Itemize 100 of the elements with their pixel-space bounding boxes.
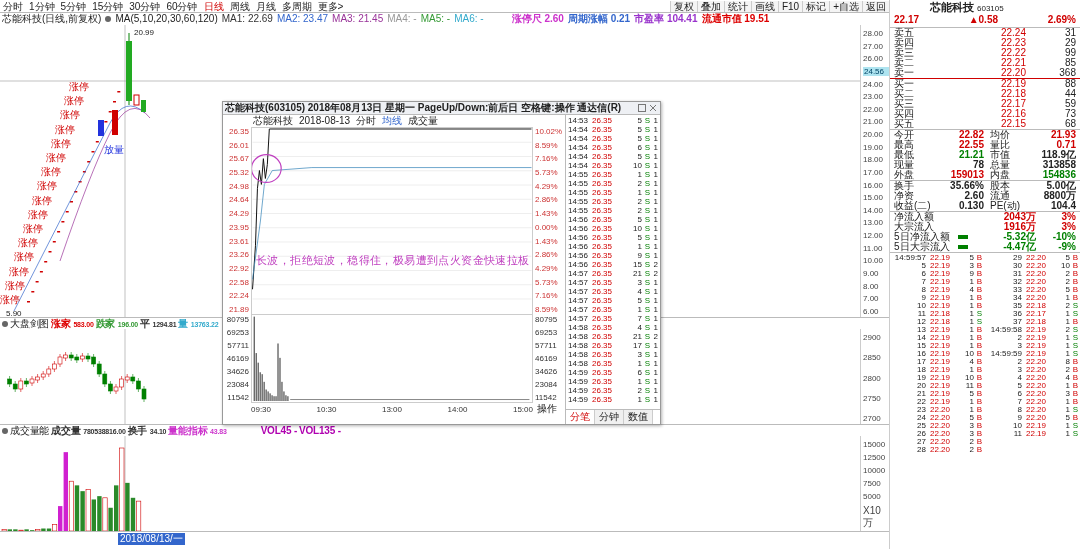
period-tab[interactable]: 1分钟: [26, 0, 58, 12]
period-tab[interactable]: 15分钟: [89, 0, 127, 12]
tick-side: B: [975, 326, 982, 334]
toolbar-button[interactable]: 返回: [862, 0, 889, 12]
trade-count: 1: [652, 134, 658, 143]
toolbar-button[interactable]: +自选: [829, 0, 862, 12]
volume-axis-label: 34626: [535, 368, 559, 376]
period-tab[interactable]: 多周期: [278, 0, 315, 12]
trade-time: 14:57: [568, 296, 590, 305]
trade-count: 1: [652, 125, 658, 134]
stat-label: 流通: [989, 191, 1011, 201]
percent-axis-label: 5.73%: [535, 278, 559, 287]
toolbar-button[interactable]: 叠加: [696, 0, 724, 12]
chart-header-label: 分时: [356, 115, 377, 127]
period-tab[interactable]: 30分钟: [126, 0, 164, 12]
tick-volume: 3: [968, 422, 974, 430]
price-axis-label: 18.00: [863, 155, 885, 165]
trade-side: S: [643, 359, 650, 368]
tick-volume: 2: [968, 438, 974, 446]
trade-side: S: [643, 395, 650, 404]
order-level-label: 卖三: [894, 48, 915, 58]
period-tab[interactable]: 周线: [226, 0, 253, 12]
trade-side: S: [643, 368, 650, 377]
tick-side: B: [975, 414, 982, 422]
period-tab[interactable]: 分时: [0, 0, 26, 12]
trade-price: 26.35: [592, 143, 614, 152]
tick-volume: 10: [964, 374, 974, 382]
period-tab[interactable]: 更多>: [314, 0, 347, 12]
indicator-value: MA4: -: [387, 13, 417, 25]
tick-side: B: [1071, 318, 1078, 326]
tick-price: 22.18: [1026, 318, 1048, 326]
panel-title: 大盘剑图: [10, 318, 50, 329]
limit-up-label: 涨停: [23, 223, 43, 234]
period-tab[interactable]: 5分钟: [57, 0, 90, 12]
stat-value: 159013: [949, 170, 984, 180]
panel-tab[interactable]: 分钟: [595, 410, 624, 424]
trade-price: 26.35: [592, 134, 614, 143]
trade-count: 1: [652, 143, 658, 152]
window-title: 芯能科技(603105) 2018年08月13日 星期一 PageUp/Down:前后日 空格键:操作 通达信(R): [225, 102, 622, 114]
close-icon[interactable]: [649, 104, 657, 112]
trade-side: S: [643, 350, 650, 359]
percent-axis-label: 0.00%: [535, 223, 559, 232]
panel-tab[interactable]: 数值: [624, 410, 653, 424]
tick-price: 22.20: [1026, 358, 1048, 366]
action-button[interactable]: 操作: [533, 402, 557, 416]
flow-value: 1916万: [1002, 222, 1036, 232]
price-axis-label: 28.00: [863, 29, 885, 38]
tick-side: B: [1071, 262, 1078, 270]
trade-volume: 1: [636, 377, 642, 386]
trade-side: S: [643, 197, 650, 206]
tick-price: 22.18: [1026, 302, 1048, 310]
tick-side: B: [1071, 390, 1078, 398]
toolbar-button[interactable]: 复权: [669, 0, 697, 12]
tick-volume: 1: [968, 278, 974, 286]
tick-time: 11: [916, 310, 927, 318]
volume-axis-label: 80795: [535, 316, 559, 324]
order-level-label: 卖五: [894, 28, 915, 38]
price-axis-label: 14.00: [863, 205, 885, 215]
trade-price: 26.35: [592, 170, 614, 179]
tick-side: B: [975, 390, 982, 398]
panel-tab[interactable]: 分笔: [566, 410, 595, 424]
price-axis-label: 22.00: [863, 104, 885, 114]
order-level-label: 买二: [894, 89, 915, 99]
period-tab[interactable]: 60分钟: [163, 0, 201, 12]
toolbar-button[interactable]: 统计: [723, 0, 751, 12]
toolbar-button[interactable]: 画线: [750, 0, 778, 12]
flow-label: 大宗流入: [894, 222, 935, 232]
tick-volume: 4: [968, 286, 974, 294]
volume-axis-label: 69253: [535, 329, 559, 337]
tick-volume: 1: [1064, 294, 1070, 302]
unit-label: X10万: [863, 505, 882, 530]
trade-side: S: [643, 251, 650, 260]
tick-side: S: [1071, 302, 1078, 310]
toolbar-button[interactable]: F10: [777, 0, 803, 12]
order-volume: 85: [1063, 58, 1076, 68]
tick-side: S: [1071, 310, 1078, 318]
tick-time: 13: [916, 326, 927, 334]
maximize-icon[interactable]: [638, 104, 646, 112]
trade-price: 26.35: [592, 233, 614, 242]
tick-time: 28: [916, 446, 927, 454]
tick-time: 7: [1016, 398, 1023, 406]
tick-price: 22.18: [930, 318, 952, 326]
flow-label: 5日大宗流入: [894, 242, 951, 252]
index-axis-label: 2800: [863, 373, 882, 383]
trade-side: S: [643, 224, 650, 233]
tick-time: 12: [916, 318, 927, 326]
trade-count: 1: [652, 395, 658, 404]
tick-volume: 1: [968, 366, 974, 374]
tick-volume: 5: [968, 414, 974, 422]
tick-volume: 1: [968, 406, 974, 414]
trade-count: 1: [652, 386, 658, 395]
trade-volume: 5: [636, 116, 642, 125]
time-axis-label: 13:00: [381, 404, 402, 414]
period-tab[interactable]: 日线: [200, 0, 227, 12]
period-tab[interactable]: 月线: [252, 0, 279, 12]
toolbar-button[interactable]: 标记: [802, 0, 830, 12]
trade-time: 14:56: [568, 260, 590, 269]
tick-time: 8: [1016, 406, 1023, 414]
trade-count: 1: [652, 179, 658, 188]
trade-price: 26.35: [592, 314, 614, 323]
